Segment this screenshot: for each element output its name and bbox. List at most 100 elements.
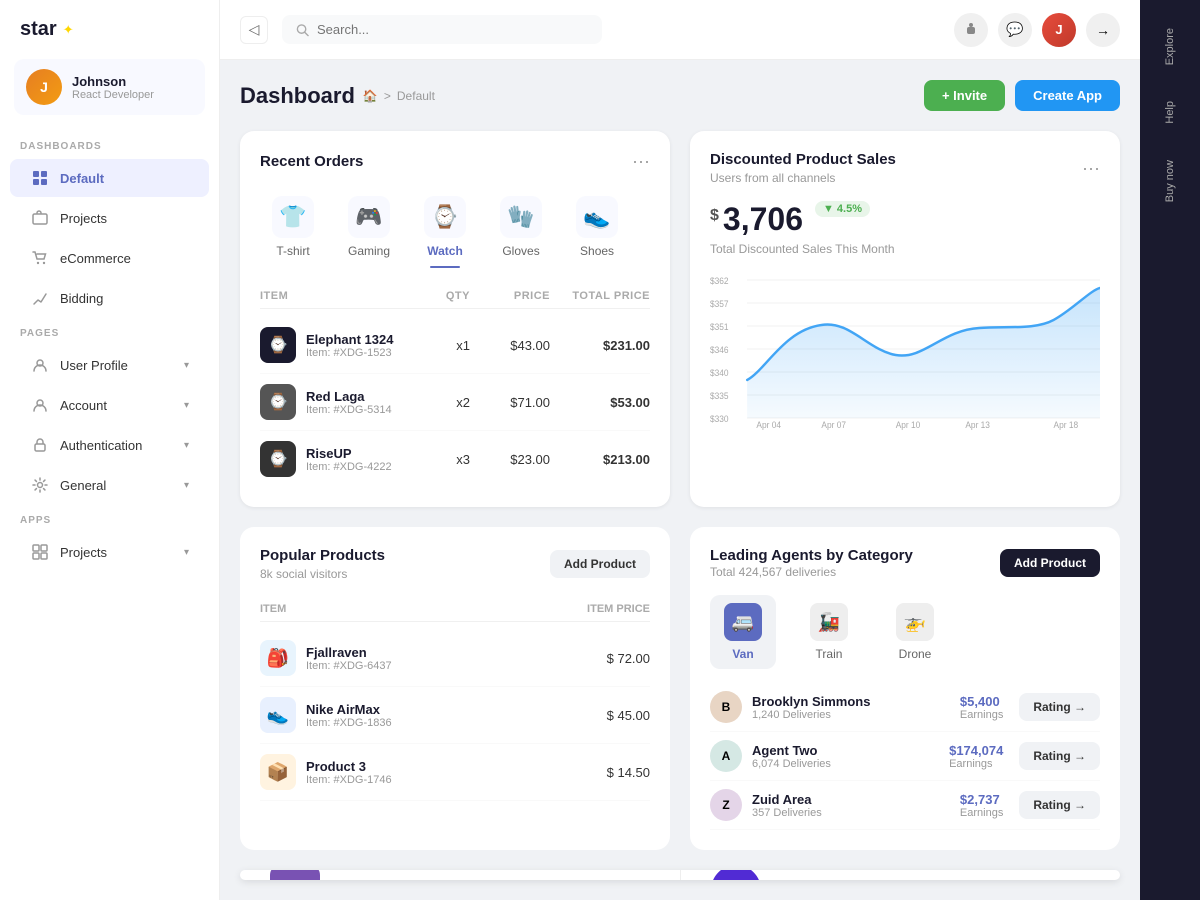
sidebar-item-default[interactable]: Default — [10, 159, 209, 197]
rating-button[interactable]: Rating → — [1019, 791, 1100, 819]
logo-text: star — [20, 18, 57, 41]
search-input[interactable] — [317, 22, 588, 37]
bottom-row: Popular Products 8k social visitors Add … — [240, 527, 1120, 850]
sidebar-item-account[interactable]: Account ▾ — [10, 386, 209, 424]
sidebar-item-bidding[interactable]: Bidding — [10, 279, 209, 317]
svg-text:Apr 04: Apr 04 — [756, 420, 781, 430]
content-area: Dashboard 🏠 > Default + Invite Create Ap… — [220, 60, 1140, 900]
buy-now-button[interactable]: Buy now — [1164, 152, 1176, 210]
van-icon: 🚐 — [724, 603, 762, 641]
main-content: ◁ 💬 J → Dashboard 🏠 > Default — [220, 0, 1140, 900]
agent-tab-van[interactable]: 🚐 Van — [710, 595, 776, 669]
order-qty: x1 — [410, 338, 470, 353]
order-id: Item: #XDG-4222 — [306, 461, 392, 473]
topbar-right: 💬 J → — [954, 13, 1120, 47]
sidebar-item-ecommerce[interactable]: eCommerce — [10, 239, 209, 277]
recent-orders-title: Recent Orders — [260, 153, 363, 170]
earnings-label: Earnings — [949, 758, 1003, 770]
chevron-down-icon: ▾ — [184, 360, 189, 371]
page-title: Dashboard — [240, 83, 355, 109]
avatar: J — [26, 69, 62, 105]
sidebar-item-user-profile[interactable]: User Profile ▾ — [10, 346, 209, 384]
agent-tab-label: Van — [732, 647, 753, 661]
sidebar-user-card[interactable]: J Johnson React Developer — [14, 59, 205, 115]
rating-button[interactable]: Rating → — [1019, 693, 1100, 721]
product-id: Item: #XDG-6437 — [306, 660, 392, 672]
order-item: ⌚ Elephant 1324 Item: #XDG-1523 — [260, 327, 410, 363]
sidebar-item-label: Projects — [60, 545, 107, 560]
cat-tab-shoes[interactable]: 👟 Shoes — [564, 188, 630, 266]
sidebar-item-authentication[interactable]: Authentication ▾ — [10, 426, 209, 464]
order-price: $43.00 — [470, 338, 550, 353]
sidebar-item-apps-projects[interactable]: Projects ▾ — [10, 533, 209, 571]
discounted-sales-card: Discounted Product Sales Users from all … — [690, 131, 1120, 507]
general-icon — [30, 475, 50, 495]
bidding-icon — [30, 288, 50, 308]
invite-button[interactable]: + Invite — [924, 80, 1005, 111]
user-name: Johnson — [72, 74, 154, 89]
agent-tab-label: Drone — [899, 647, 932, 661]
collapse-sidebar-button[interactable]: ◁ — [240, 16, 268, 44]
header-qty: QTY — [410, 290, 470, 302]
popular-products-card: Popular Products 8k social visitors Add … — [240, 527, 670, 850]
agent-deliveries: 6,074 Deliveries — [752, 758, 831, 770]
help-button[interactable]: Help — [1164, 93, 1176, 132]
agent-tab-train[interactable]: 🚂 Train — [796, 595, 862, 669]
cat-tab-tshirt[interactable]: 👕 T-shirt — [260, 188, 326, 266]
sales-more-button[interactable]: ··· — [1082, 158, 1100, 179]
shoes-icon: 👟 — [576, 196, 618, 238]
agent-avatar: Z — [710, 789, 742, 821]
sidebar-item-label: Default — [60, 171, 104, 186]
agent-tab-drone[interactable]: 🚁 Drone — [882, 595, 948, 669]
cat-tab-gloves[interactable]: 🧤 Gloves — [488, 188, 554, 266]
agent-info: Zuid Area 357 Deliveries — [752, 792, 822, 819]
agents-add-button[interactable]: Add Product — [1000, 549, 1100, 577]
account-icon — [30, 395, 50, 415]
agents-title: Leading Agents by Category — [710, 547, 913, 564]
rating-button[interactable]: Rating → — [1019, 742, 1100, 770]
recent-orders-more-button[interactable]: ··· — [632, 151, 650, 172]
sidebar: star ✦ J Johnson React Developer DASHBOA… — [0, 0, 220, 900]
list-item: 🎒 Fjallraven Item: #XDG-6437 $ 72.00 — [260, 630, 650, 687]
search-icon — [296, 23, 309, 37]
authentication-icon — [30, 435, 50, 455]
sidebar-item-label: Bidding — [60, 291, 103, 306]
cat-label: T-shirt — [276, 244, 309, 258]
agent-earnings: $174,074 — [949, 743, 1003, 758]
order-id: Item: #XDG-5314 — [306, 404, 392, 416]
svg-text:$335: $335 — [710, 391, 729, 401]
apps-projects-icon — [30, 542, 50, 562]
table-row: ⌚ RiseUP Item: #XDG-4222 x3 $23.00 $213.… — [260, 431, 650, 487]
agents-title-section: Leading Agents by Category Total 424,567… — [710, 547, 913, 579]
chevron-down-icon: ▾ — [184, 547, 189, 558]
search-bar — [282, 15, 602, 44]
forward-icon[interactable]: → — [1086, 13, 1120, 47]
recent-orders-card: Recent Orders ··· 👕 T-shirt 🎮 Gaming ⌚ — [240, 131, 670, 507]
cat-tab-gaming[interactable]: 🎮 Gaming — [336, 188, 402, 266]
explore-button[interactable]: Explore — [1164, 20, 1176, 73]
notifications-icon[interactable] — [954, 13, 988, 47]
create-app-button[interactable]: Create App — [1015, 80, 1120, 111]
product-header-item: ITEM — [260, 603, 550, 615]
sidebar-item-label: Account — [60, 398, 107, 413]
messages-icon[interactable]: 💬 — [998, 13, 1032, 47]
cat-tab-watch[interactable]: ⌚ Watch — [412, 188, 478, 266]
sidebar-item-projects[interactable]: Projects — [10, 199, 209, 237]
svg-text:Apr 07: Apr 07 — [821, 420, 846, 430]
chevron-down-icon: ▾ — [184, 480, 189, 491]
bootstrap-overlay: B Bootstrap 5 — [240, 870, 680, 880]
sidebar-item-general[interactable]: General ▾ — [10, 466, 209, 504]
header-price: PRICE — [470, 290, 550, 302]
apps-section-label: APPS — [0, 505, 219, 532]
add-product-button[interactable]: Add Product — [550, 550, 650, 578]
products-title-section: Popular Products 8k social visitors — [260, 547, 385, 581]
product-image: 📦 — [260, 754, 296, 790]
pages-section-label: PAGES — [0, 318, 219, 345]
agent-category-tabs: 🚐 Van 🚂 Train 🚁 Drone — [710, 595, 1100, 669]
svg-text:Apr 13: Apr 13 — [965, 420, 990, 430]
order-name: Elephant 1324 — [306, 332, 393, 347]
table-row: ⌚ Red Laga Item: #XDG-5314 x2 $71.00 $53… — [260, 374, 650, 431]
order-info: Elephant 1324 Item: #XDG-1523 — [306, 332, 393, 359]
topbar-avatar[interactable]: J — [1042, 13, 1076, 47]
agent-deliveries: 357 Deliveries — [752, 807, 822, 819]
